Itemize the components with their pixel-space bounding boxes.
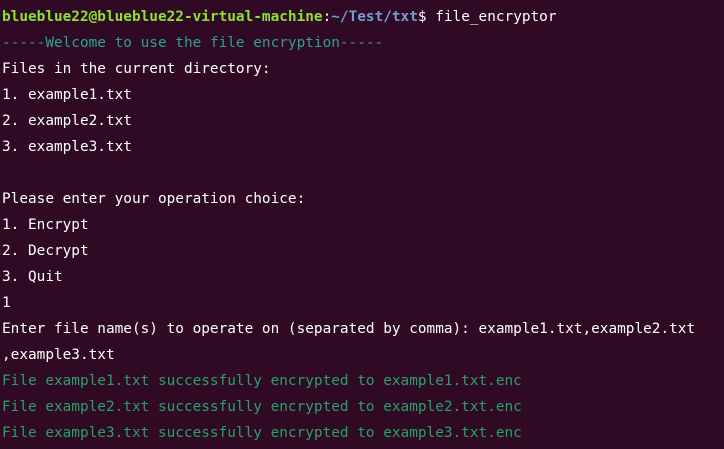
file-list-item: 1. example1.txt <box>2 87 132 103</box>
files-header: Files in the current directory: <box>2 61 271 77</box>
prompt-line: blueblue22@blueblue22-virtual-machine:~/… <box>0 4 724 30</box>
prompt-path: ~/Test/txt <box>331 9 418 25</box>
filename-prompt: Enter file name(s) to operate on (separa… <box>2 321 696 337</box>
file-list-item: 2. example2.txt <box>2 113 132 129</box>
prompt-symbol: $ <box>417 9 436 25</box>
choice-item: 3. Quit <box>2 269 63 285</box>
user-choice-input: 1 <box>2 295 11 311</box>
choice-item: 1. Encrypt <box>2 217 89 233</box>
filename-prompt-wrap: ,example3.txt <box>2 347 115 363</box>
file-list-item: 3. example3.txt <box>2 139 132 155</box>
prompt-colon: : <box>322 9 332 25</box>
choice-item: 2. Decrypt <box>2 243 89 259</box>
result-line: File example2.txt successfully encrypted… <box>2 399 522 415</box>
command-text: file_encryptor <box>435 9 557 25</box>
prompt-user-host: blueblue22@blueblue22-virtual-machine <box>2 9 323 25</box>
result-line: File example1.txt successfully encrypted… <box>2 373 522 389</box>
result-line: File example3.txt successfully encrypted… <box>2 425 522 441</box>
terminal-window[interactable]: blueblue22@blueblue22-virtual-machine:~/… <box>0 0 724 449</box>
choice-header: Please enter your operation choice: <box>2 191 306 207</box>
welcome-banner: -----Welcome to use the file encryption-… <box>2 35 384 51</box>
